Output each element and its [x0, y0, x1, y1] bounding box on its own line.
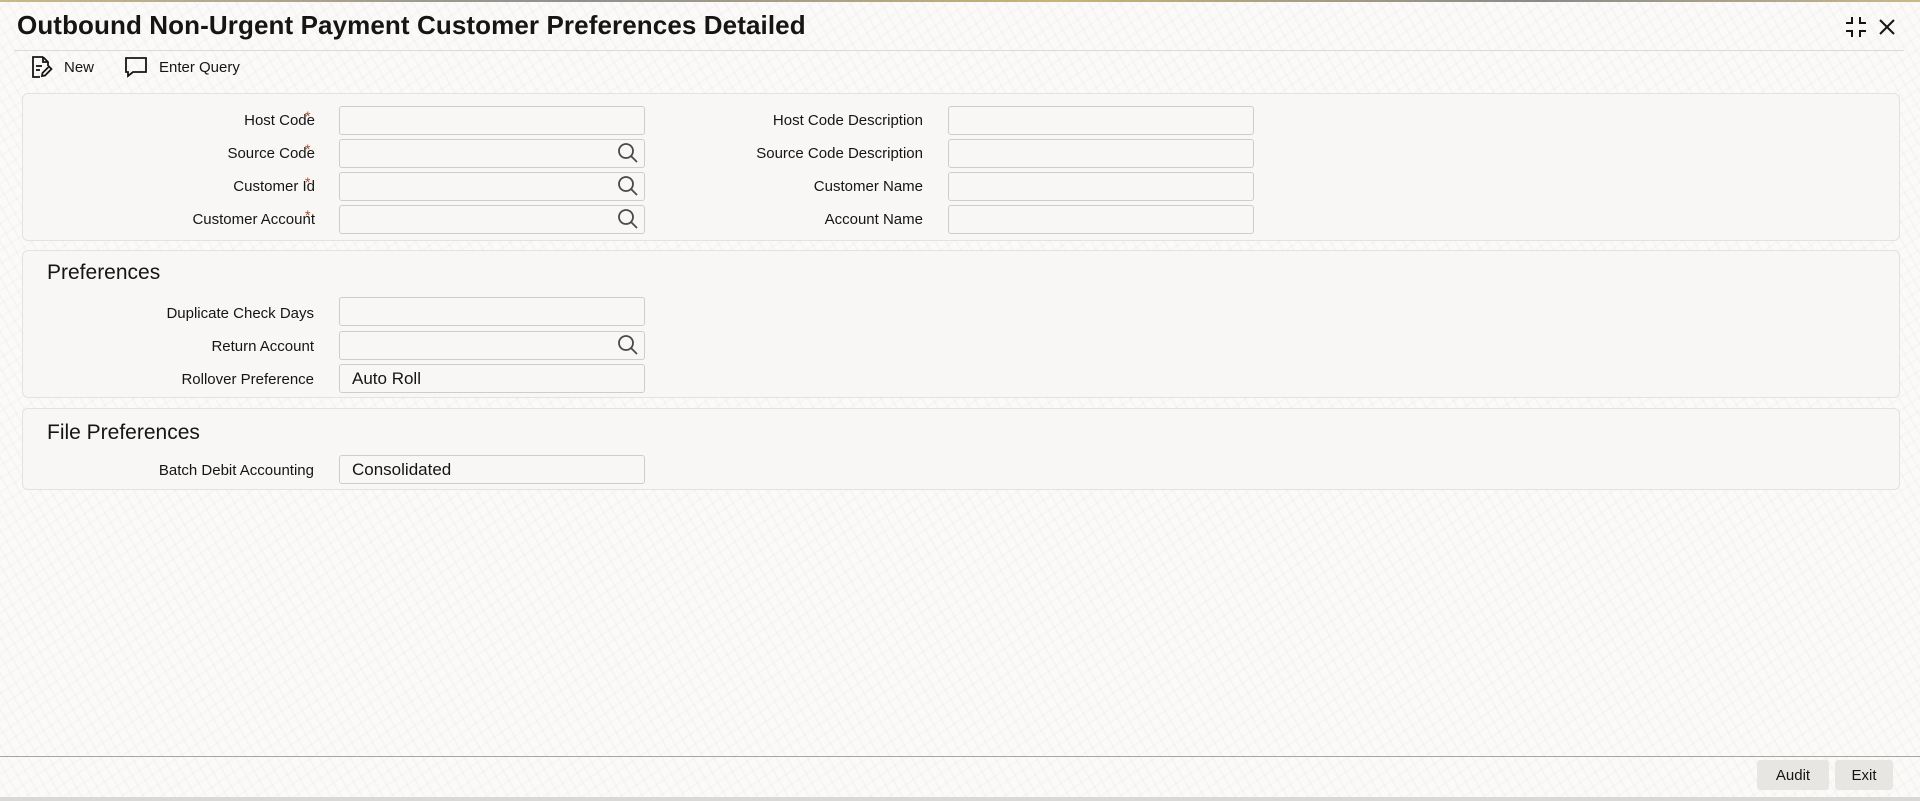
return-account-search-icon[interactable]: [615, 332, 641, 358]
customer-id-required-marker: *: [305, 174, 311, 190]
customer-account-search-icon[interactable]: [615, 206, 641, 232]
account-name-field[interactable]: [948, 205, 1254, 234]
customer-name-field[interactable]: [948, 172, 1254, 201]
source-code-required-marker: *: [305, 141, 311, 157]
customer-account-input[interactable]: [339, 205, 645, 234]
exit-button[interactable]: Exit: [1835, 760, 1893, 790]
customer-account-label: Customer Account: [192, 211, 315, 228]
batch-debit-accounting-field[interactable]: Consolidated: [339, 455, 645, 484]
new-button[interactable]: New: [28, 54, 94, 80]
page-title: Outbound Non-Urgent Payment Customer Pre…: [17, 10, 806, 40]
return-account-label: Return Account: [211, 338, 314, 355]
rollover-preference-label: Rollover Preference: [181, 371, 314, 388]
host-code-input[interactable]: [339, 106, 645, 135]
enter-query-button[interactable]: Enter Query: [123, 54, 240, 80]
file-preferences-section-title: File Preferences: [47, 421, 200, 444]
customer-id-label: Customer Id: [233, 178, 315, 195]
expand-corners-icon[interactable]: [1843, 14, 1869, 40]
source-code-label: Source Code: [227, 145, 315, 162]
source-code-description-label: Source Code Description: [756, 145, 923, 162]
host-code-description-field[interactable]: [948, 106, 1254, 135]
customer-id-input[interactable]: [339, 172, 645, 201]
customer-id-search-icon[interactable]: [615, 173, 641, 199]
preferences-section-title: Preferences: [47, 261, 161, 284]
host-code-description-label: Host Code Description: [772, 112, 923, 129]
speech-bubble-icon: [123, 54, 149, 80]
customer-name-label: Customer Name: [813, 178, 923, 195]
close-icon[interactable]: [1874, 14, 1900, 40]
duplicate-check-days-input[interactable]: [339, 297, 645, 326]
source-code-input[interactable]: [339, 139, 645, 168]
batch-debit-accounting-label: Batch Debit Accounting: [158, 462, 314, 479]
account-name-label: Account Name: [824, 211, 923, 228]
source-code-description-field[interactable]: [948, 139, 1254, 168]
new-button-label: New: [64, 58, 95, 76]
new-document-icon: [28, 54, 54, 80]
enter-query-label: Enter Query: [159, 58, 240, 76]
rollover-preference-field[interactable]: Auto Roll: [339, 364, 645, 393]
host-code-required-marker: *: [305, 108, 311, 124]
footer-divider: [0, 756, 1920, 757]
audit-button[interactable]: Audit: [1757, 760, 1829, 790]
return-account-input[interactable]: [339, 331, 645, 360]
duplicate-check-days-label: Duplicate Check Days: [166, 305, 314, 322]
top-decoration-strip: [0, 0, 1920, 2]
bottom-strip: [0, 797, 1920, 801]
title-divider: [14, 50, 1904, 51]
customer-account-required-marker: *: [305, 207, 311, 223]
source-code-search-icon[interactable]: [615, 140, 641, 166]
